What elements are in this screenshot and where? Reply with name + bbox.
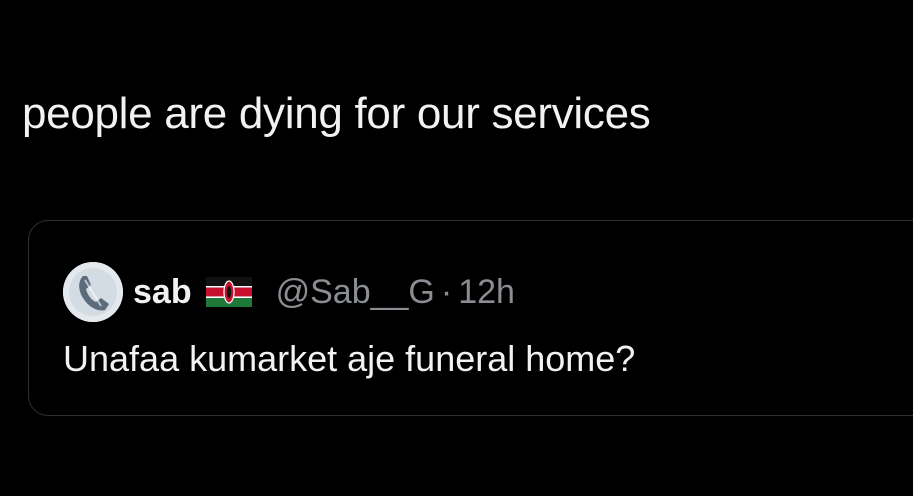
quoted-tweet-text: Unafaa kumarket aje funeral home? [63,338,636,379]
quoted-tweet-card[interactable]: sab @Sab__G · 12h Unafaa kumarket aje fu… [28,220,913,416]
quoted-tweet-header: sab @Sab__G · 12h [63,261,515,323]
avatar[interactable] [63,262,123,322]
kenya-flag-icon [205,277,252,307]
separator-dot: · [440,272,453,311]
tweet-text: people are dying for our services [22,89,651,138]
timestamp[interactable]: 12h [458,273,515,312]
user-handle[interactable]: @Sab__G [276,273,435,312]
phone-handset-avatar-icon [63,262,123,322]
display-name[interactable]: sab [133,273,192,312]
